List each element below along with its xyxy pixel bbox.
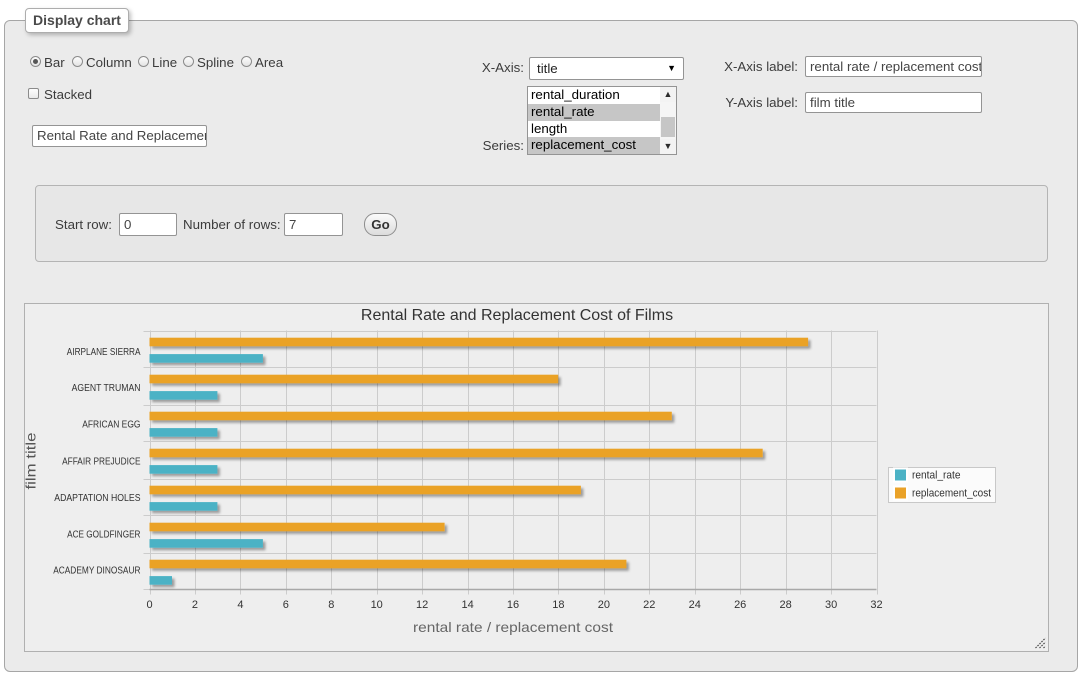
- svg-text:16: 16: [507, 599, 519, 611]
- svg-text:20: 20: [598, 599, 610, 611]
- svg-text:8: 8: [328, 599, 334, 611]
- svg-text:12: 12: [416, 599, 428, 611]
- svg-text:AFFAIR PREJUDICE: AFFAIR PREJUDICE: [62, 456, 141, 467]
- svg-text:AFRICAN EGG: AFRICAN EGG: [82, 419, 140, 430]
- svg-text:22: 22: [643, 599, 655, 611]
- svg-text:ADAPTATION HOLES: ADAPTATION HOLES: [54, 493, 140, 504]
- svg-text:28: 28: [779, 599, 791, 611]
- svg-text:14: 14: [461, 599, 473, 611]
- svg-text:Rental Rate and Replacement Co: Rental Rate and Replacement Cost of Film…: [361, 307, 673, 324]
- svg-text:10: 10: [371, 599, 383, 611]
- svg-text:film title: film title: [24, 433, 39, 490]
- svg-text:ACADEMY DINOSAUR: ACADEMY DINOSAUR: [53, 566, 140, 577]
- svg-text:rental_rate: rental_rate: [912, 470, 961, 482]
- svg-text:0: 0: [146, 599, 152, 611]
- svg-text:6: 6: [283, 599, 289, 611]
- svg-text:30: 30: [825, 599, 837, 611]
- svg-text:32: 32: [870, 599, 882, 611]
- svg-text:4: 4: [237, 599, 243, 611]
- svg-text:AGENT TRUMAN: AGENT TRUMAN: [72, 383, 141, 394]
- svg-text:24: 24: [689, 599, 701, 611]
- svg-text:replacement_cost: replacement_cost: [912, 488, 991, 500]
- svg-text:AIRPLANE SIERRA: AIRPLANE SIERRA: [67, 347, 141, 358]
- svg-text:2: 2: [192, 599, 198, 611]
- svg-text:26: 26: [734, 599, 746, 611]
- svg-text:ACE GOLDFINGER: ACE GOLDFINGER: [67, 529, 140, 540]
- svg-text:rental rate / replacement cost: rental rate / replacement cost: [413, 619, 613, 635]
- svg-text:18: 18: [552, 599, 564, 611]
